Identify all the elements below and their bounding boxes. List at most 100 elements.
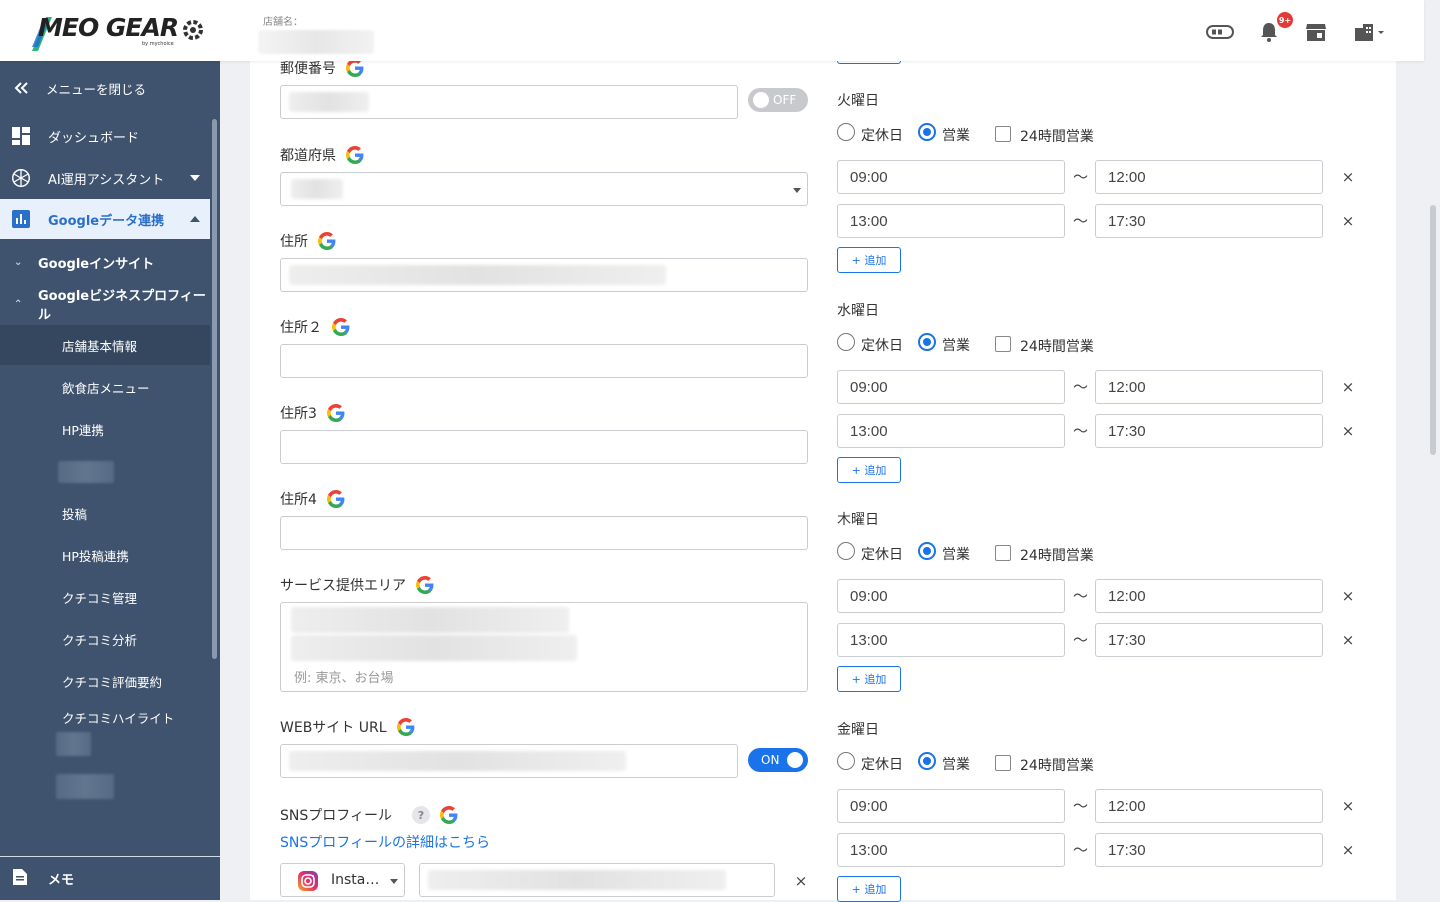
add-slot-button[interactable]: + 追加 xyxy=(837,666,901,692)
all-day-checkbox[interactable] xyxy=(995,545,1011,561)
closed-radio-label: 定休日 xyxy=(861,128,903,144)
address4-input[interactable] xyxy=(280,516,808,550)
google-icon xyxy=(346,59,364,77)
remove-slot-button[interactable]: × xyxy=(1340,212,1356,230)
postal-code-toggle[interactable]: OFF xyxy=(748,88,808,112)
tilde-separator: 〜 xyxy=(1073,631,1089,649)
close-time-input[interactable]: 17:30 xyxy=(1095,204,1323,238)
add-slot-button[interactable]: + 追加 xyxy=(837,247,901,273)
toggle-switch-icon[interactable] xyxy=(1206,18,1234,46)
remove-slot-button[interactable]: × xyxy=(1340,587,1356,605)
day-label: 水曜日 xyxy=(837,303,879,319)
sidebar-close-menu[interactable]: メニューを閉じる xyxy=(0,67,210,109)
close-time-input[interactable]: 12:00 xyxy=(1095,789,1323,823)
website-toggle[interactable]: ON xyxy=(748,748,808,772)
closed-radio[interactable] xyxy=(837,752,855,770)
sns-profile-details-link[interactable]: SNSプロフィールの詳細はこちら xyxy=(280,832,490,852)
address2-label-text: 住所２ xyxy=(280,320,322,336)
sidebar-item-memo[interactable]: メモ xyxy=(0,856,220,900)
all-day-checkbox[interactable] xyxy=(995,126,1011,142)
close-time-input[interactable]: 12:00 xyxy=(1095,579,1323,613)
open-radio[interactable] xyxy=(918,123,936,141)
account-menu-icon[interactable] xyxy=(1352,18,1388,46)
closed-radio[interactable] xyxy=(837,542,855,560)
sidebar-item-dashboard[interactable]: ダッシュボード xyxy=(0,115,210,157)
sidebar-hidden-item[interactable] xyxy=(56,732,91,756)
sidebar-leaf-label: クチコミ管理 xyxy=(62,590,138,606)
sidebar-item-google-data[interactable]: Googleデータ連携 xyxy=(0,199,210,239)
sidebar-item-reviews-manage[interactable]: クチコミ管理 xyxy=(0,577,210,617)
address3-input[interactable] xyxy=(280,430,808,464)
sidebar-item-ai-assistant[interactable]: AI運用アシスタント xyxy=(0,157,210,199)
open-time-input[interactable]: 09:00 xyxy=(837,579,1065,613)
sns-profile-url-input[interactable] xyxy=(419,863,775,897)
address3-label: 住所3 xyxy=(280,403,345,423)
open-time-input[interactable]: 09:00 xyxy=(837,370,1065,404)
closed-radio[interactable] xyxy=(837,333,855,351)
add-slot-button[interactable]: + 追加 xyxy=(837,457,901,483)
caret-down-icon xyxy=(793,188,801,193)
open-radio[interactable] xyxy=(918,542,936,560)
sidebar-item-hp-link[interactable]: HP連携 xyxy=(0,409,210,449)
prefecture-select[interactable] xyxy=(280,172,808,206)
open-time-input[interactable]: 09:00 xyxy=(837,789,1065,823)
open-radio[interactable] xyxy=(918,333,936,351)
close-time-input[interactable]: 17:30 xyxy=(1095,623,1323,657)
remove-slot-button[interactable]: × xyxy=(1340,378,1356,396)
remove-slot-button[interactable]: × xyxy=(1340,422,1356,440)
service-area-textarea[interactable]: 例: 東京、お台場 xyxy=(280,602,808,692)
remove-slot-button[interactable]: × xyxy=(1340,168,1356,186)
address-input[interactable] xyxy=(280,258,808,292)
remove-slot-button[interactable]: × xyxy=(1340,841,1356,859)
address-value xyxy=(289,265,666,285)
sns-platform-select[interactable]: Insta… xyxy=(280,863,405,897)
website-url-input[interactable] xyxy=(280,744,738,778)
prefecture-label: 都道府県 xyxy=(280,145,364,165)
all-day-checkbox-label: 24時間営業 xyxy=(1020,339,1094,355)
sidebar-item-google-business-profile[interactable]: ⌃ Googleビジネスプロフィール xyxy=(0,283,210,325)
sidebar-item-reviews-summary[interactable]: クチコミ評価要約 xyxy=(0,661,210,701)
sidebar-item-restaurant-menu[interactable]: 飲食店メニュー xyxy=(0,367,210,407)
sidebar-hidden-item[interactable] xyxy=(56,774,114,799)
address2-label: 住所２ xyxy=(280,317,350,337)
remove-sns-button[interactable]: × xyxy=(793,872,809,890)
close-time-input[interactable]: 17:30 xyxy=(1095,833,1323,867)
sidebar-item-google-business-profile-label: Googleビジネスプロフィール xyxy=(38,289,206,323)
close-time-input[interactable]: 12:00 xyxy=(1095,370,1323,404)
postal-code-input[interactable] xyxy=(280,85,738,119)
sidebar-item-hp-post-link[interactable]: HP投稿連携 xyxy=(0,535,210,575)
sidebar: メニューを閉じる ダッシュボード AI運用アシスタント Googleデータ連携 … xyxy=(0,61,220,900)
all-day-checkbox[interactable] xyxy=(995,755,1011,771)
add-slot-button[interactable]: + 追加 xyxy=(837,876,901,902)
open-time-input[interactable]: 13:00 xyxy=(837,833,1065,867)
sidebar-item-reviews-highlight[interactable]: クチコミハイライト xyxy=(0,699,210,735)
sidebar-item-reviews-analysis[interactable]: クチコミ分析 xyxy=(0,619,210,659)
meo-gear-logo[interactable]: MEO GEAR by mychoice xyxy=(30,13,210,53)
remove-slot-button[interactable]: × xyxy=(1340,631,1356,649)
sidebar-item-hidden[interactable] xyxy=(0,451,210,491)
sidebar-item-google-insight[interactable]: ⌄ Googleインサイト xyxy=(0,241,210,283)
sidebar-item-posts[interactable]: 投稿 xyxy=(0,493,210,533)
page-scrollbar[interactable] xyxy=(1430,205,1436,455)
tilde-separator: 〜 xyxy=(1073,168,1089,186)
store-icon[interactable] xyxy=(1302,18,1330,46)
open-time-input[interactable]: 13:00 xyxy=(837,623,1065,657)
open-time-input[interactable]: 13:00 xyxy=(837,414,1065,448)
all-day-checkbox[interactable] xyxy=(995,336,1011,352)
sidebar-item-google-insight-label: Googleインサイト xyxy=(38,256,155,272)
remove-slot-button[interactable]: × xyxy=(1340,797,1356,815)
open-time-input[interactable]: 09:00 xyxy=(837,160,1065,194)
store-name-label: 店舗名： xyxy=(263,17,303,28)
close-time-input[interactable]: 12:00 xyxy=(1095,160,1323,194)
sidebar-scrollbar[interactable] xyxy=(212,119,217,659)
open-radio[interactable] xyxy=(918,752,936,770)
closed-radio[interactable] xyxy=(837,123,855,141)
memo-icon xyxy=(12,868,28,890)
sidebar-item-store-info[interactable]: 店舗基本情報 xyxy=(0,325,210,365)
open-time-input[interactable]: 13:00 xyxy=(837,204,1065,238)
google-icon xyxy=(332,318,350,336)
address2-input[interactable] xyxy=(280,344,808,378)
close-time-input[interactable]: 17:30 xyxy=(1095,414,1323,448)
help-icon[interactable]: ? xyxy=(411,806,430,824)
chevron-down-icon: ⌄ xyxy=(14,256,23,268)
